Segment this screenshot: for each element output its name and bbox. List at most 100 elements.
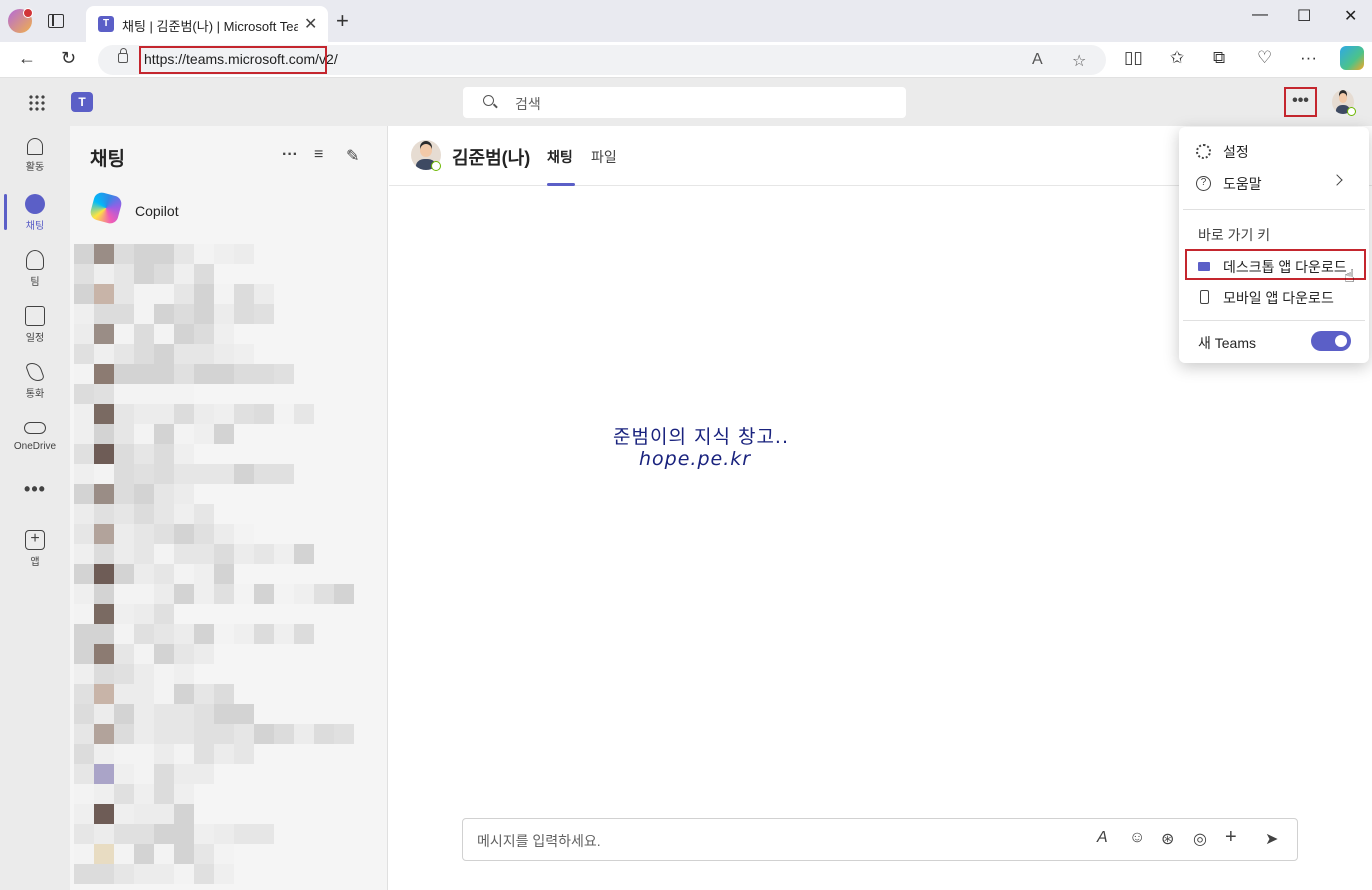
blur-cell — [214, 844, 234, 864]
send-icon[interactable]: ➤ — [1265, 829, 1278, 849]
watermark-text: 준범이의 지식 창고.. — [613, 426, 789, 448]
blur-cell — [114, 664, 134, 684]
blur-cell — [194, 584, 214, 604]
rail-item-apps[interactable]: + 앱 — [0, 522, 70, 578]
new-teams-toggle[interactable] — [1311, 331, 1351, 351]
blur-cell — [194, 504, 214, 524]
filter-icon[interactable]: ≡ — [314, 146, 323, 164]
blur-cell — [154, 564, 174, 584]
blur-cell — [114, 724, 134, 744]
blur-cell — [194, 724, 214, 744]
search-input[interactable]: 검색 — [463, 87, 906, 118]
url-field[interactable]: https://teams.microsoft.com/v2/ A ☆ — [98, 45, 1106, 75]
blur-cell — [174, 844, 194, 864]
blur-cell — [254, 304, 274, 324]
close-window-button[interactable]: ✕ — [1344, 6, 1357, 26]
new-chat-icon[interactable]: ✎ — [346, 146, 359, 166]
blur-cell — [194, 644, 214, 664]
copilot-compose-icon[interactable]: ⊛ — [1161, 829, 1174, 849]
message-compose-field[interactable]: 메시지를 입력하세요. A ☺ ⊛ ◎ + ➤ — [462, 818, 1298, 861]
blur-cell — [134, 844, 154, 864]
rail-item-chat[interactable]: 채팅 — [0, 186, 70, 242]
blur-cell — [194, 344, 214, 364]
blur-cell — [214, 364, 234, 384]
tab-actions-icon[interactable] — [48, 14, 64, 28]
tab-close-icon[interactable]: ✕ — [304, 14, 317, 34]
presence-available-icon — [431, 161, 441, 171]
maximize-button[interactable]: ☐ — [1297, 6, 1311, 26]
back-arrow-icon[interactable]: ← — [18, 48, 36, 69]
rail-item-onedrive[interactable]: OneDrive — [0, 410, 70, 466]
rail-item-teams[interactable]: 팀 — [0, 242, 70, 298]
menu-item-help[interactable]: ? 도움말 — [1179, 168, 1369, 198]
menu-section-shortcuts[interactable]: 바로 가기 키 — [1198, 225, 1270, 245]
blur-cell — [154, 744, 174, 764]
attach-plus-icon[interactable]: + — [1225, 826, 1237, 849]
chat-more-icon[interactable]: ··· — [282, 146, 298, 164]
blur-cell — [94, 644, 114, 664]
rail-item-activity[interactable]: 활동 — [0, 130, 70, 186]
format-icon[interactable]: A — [1097, 829, 1108, 847]
blur-cell — [174, 304, 194, 324]
blur-cell — [114, 684, 134, 704]
refresh-icon[interactable]: ↻ — [61, 48, 76, 69]
lock-icon[interactable] — [118, 48, 128, 63]
blur-cell — [114, 424, 134, 444]
blur-cell — [134, 244, 154, 264]
browser-more-icon[interactable]: ··· — [1300, 48, 1317, 68]
settings-more-button[interactable]: ••• — [1284, 87, 1317, 117]
blur-cell — [234, 544, 254, 564]
cloud-icon — [24, 422, 46, 434]
phone-icon — [25, 360, 45, 384]
blur-cell — [174, 384, 194, 404]
copilot-sidebar-icon[interactable] — [1340, 46, 1364, 70]
collections-icon[interactable]: ⧉ — [1213, 48, 1225, 68]
blur-cell — [214, 424, 234, 444]
help-icon: ? — [1196, 176, 1211, 191]
tab-chat[interactable]: 채팅 — [547, 147, 573, 167]
blur-cell — [274, 464, 294, 484]
rail-item-calendar[interactable]: 일정 — [0, 298, 70, 354]
blur-cell — [194, 764, 214, 784]
emoji-icon[interactable]: ☺ — [1129, 829, 1145, 847]
blur-cell — [94, 824, 114, 844]
more-apps-icon[interactable]: ••• — [0, 479, 70, 500]
blur-cell — [114, 844, 134, 864]
blur-cell — [194, 244, 214, 264]
blur-cell — [214, 464, 234, 484]
favorite-star-icon[interactable]: ☆ — [1072, 51, 1086, 71]
search-icon — [483, 95, 494, 106]
browser-tab[interactable]: T 채팅 | 김준범(나) | Microsoft Teams ✕ — [86, 6, 328, 42]
browser-essentials-icon[interactable]: ♡ — [1257, 48, 1272, 68]
blur-cell — [74, 464, 94, 484]
blur-cell — [114, 524, 134, 544]
browser-profile-avatar[interactable] — [8, 8, 33, 33]
tab-files[interactable]: 파일 — [591, 147, 617, 167]
rail-label: OneDrive — [13, 441, 57, 452]
blur-cell — [194, 404, 214, 424]
list-item-copilot[interactable]: Copilot — [70, 190, 388, 234]
menu-item-settings[interactable]: 설정 — [1179, 136, 1369, 166]
split-screen-icon[interactable]: ▯▯ — [1124, 48, 1143, 68]
blur-cell — [154, 684, 174, 704]
teams-header: T 검색 ••• — [0, 78, 1372, 126]
rail-item-calls[interactable]: 통화 — [0, 354, 70, 410]
blur-cell — [94, 744, 114, 764]
loop-icon[interactable]: ◎ — [1193, 829, 1207, 849]
blur-cell — [154, 864, 174, 884]
read-aloud-icon[interactable]: A — [1032, 51, 1043, 69]
copilot-logo-icon — [88, 190, 124, 226]
app-launcher-icon[interactable] — [28, 94, 45, 111]
blur-cell — [174, 624, 194, 644]
minimize-button[interactable]: — — [1252, 6, 1268, 24]
menu-item-mobile-download[interactable]: 모바일 앱 다운로드 — [1179, 282, 1369, 312]
blur-cell — [294, 624, 314, 644]
blur-cell — [154, 504, 174, 524]
blur-cell — [94, 564, 114, 584]
blur-cell — [234, 364, 254, 384]
blur-cell — [74, 704, 94, 724]
new-tab-button[interactable]: + — [336, 8, 349, 34]
favorites-icon[interactable]: ✩ — [1170, 48, 1184, 68]
blur-cell — [114, 384, 134, 404]
blur-cell — [94, 724, 114, 744]
